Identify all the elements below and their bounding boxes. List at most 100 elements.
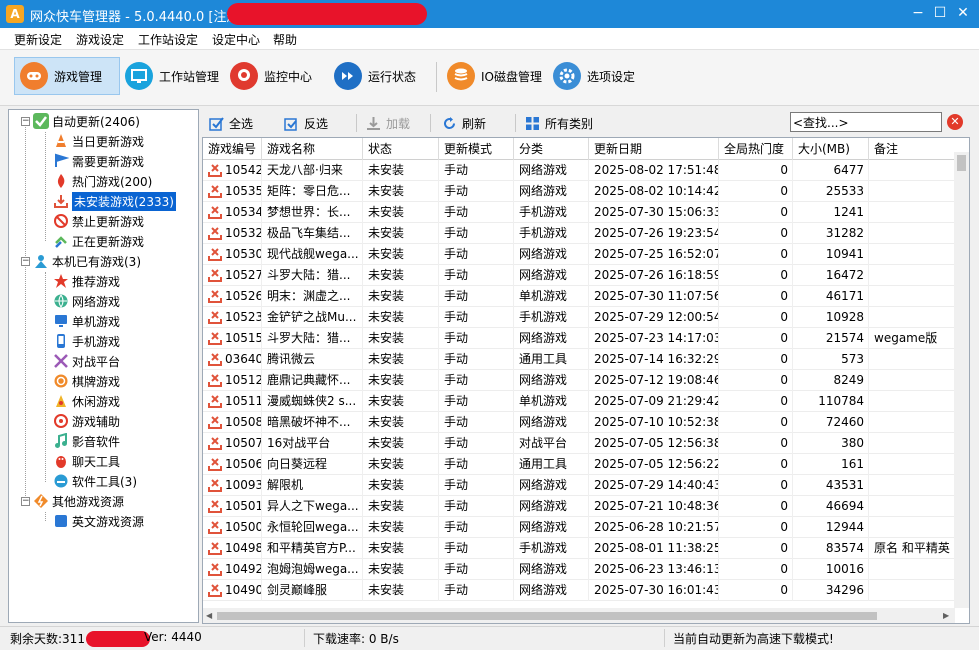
- tree-node-game-assist[interactable]: 游戏辅助: [53, 411, 120, 431]
- close-button[interactable]: ✕: [951, 2, 975, 24]
- table-row[interactable]: 10526 明末：渊虚之... 未安装 手动 单机游戏 2025-07-30 11:07:…: [203, 286, 969, 307]
- cell-text: 手动: [444, 415, 469, 429]
- table-row[interactable]: 10498 和平精英官方P... 未安装 手动 手机游戏 2025-08-01 11:38…: [203, 538, 969, 559]
- horizontal-scrollbar[interactable]: ◀ ▶: [203, 608, 955, 623]
- column-header-size[interactable]: 大小(MB): [793, 138, 869, 160]
- table-cell: 网络游戏: [514, 580, 589, 601]
- cell-text: 2025-08-02 17:51:48: [594, 163, 719, 177]
- maximize-button[interactable]: ☐: [928, 2, 952, 24]
- table-row[interactable]: 10500 永恒轮回wega... 未安装 手动 网络游戏 2025-06-28 10:2…: [203, 517, 969, 538]
- tree-node-media-software[interactable]: 影音软件: [53, 431, 120, 451]
- expand-toggle[interactable]: −: [21, 497, 30, 506]
- column-header-update-date[interactable]: 更新日期: [589, 138, 719, 160]
- table-cell: 2025-07-26 19:23:54: [589, 223, 719, 244]
- table-cell: 手机游戏: [514, 223, 589, 244]
- refresh-button[interactable]: 刷新: [442, 114, 486, 132]
- invert-selection-button[interactable]: 反选: [284, 114, 328, 132]
- tree-node-online-games[interactable]: 网络游戏: [53, 291, 120, 311]
- menu-update-settings[interactable]: 更新设定: [14, 31, 62, 48]
- table-row[interactable]: 10532 极品飞车集结... 未安装 手动 手机游戏 2025-07-26 19:23:…: [203, 223, 969, 244]
- table-row[interactable]: 10508 暗黑破坏神不... 未安装 手动 网络游戏 2025-07-10 10:52:…: [203, 412, 969, 433]
- table-row[interactable]: 10523 金铲铲之战Mu... 未安装 手动 手机游戏 2025-07-29 12:00…: [203, 307, 969, 328]
- table-row[interactable]: 03640 腾讯微云 未安装 手动 通用工具 2025-07-14 16:32:29 0 57…: [203, 349, 969, 370]
- game-management-button[interactable]: 游戏管理: [14, 57, 120, 95]
- cell-text: 10530: [225, 247, 262, 261]
- menu-game-settings[interactable]: 游戏设定: [76, 31, 124, 48]
- tree-node-local-games[interactable]: 本机已有游戏(3): [33, 251, 141, 271]
- table-cell: 03640: [203, 349, 262, 370]
- expand-toggle[interactable]: −: [21, 257, 30, 266]
- table-row[interactable]: 10507 16对战平台 未安装 手动 对战平台 2025-07-05 12:56:38 0…: [203, 433, 969, 454]
- not-installed-icon: [208, 226, 222, 240]
- cell-text: 网络游戏: [519, 247, 568, 261]
- vertical-scrollbar[interactable]: [954, 152, 969, 608]
- table-cell: 网络游戏: [514, 370, 589, 391]
- scroll-left-icon[interactable]: ◀: [206, 611, 212, 620]
- scroll-thumb[interactable]: [957, 155, 966, 171]
- table-row[interactable]: 10542 天龙八部·归来 未安装 手动 网络游戏 2025-08-02 17:51:48…: [203, 160, 969, 181]
- tree-node-battle-platform[interactable]: 对战平台: [53, 351, 120, 371]
- tree-node-casual-games[interactable]: 休闲游戏: [53, 391, 120, 411]
- table-cell: 手动: [439, 454, 514, 475]
- tree-node-not-installed[interactable]: 未安装游戏(2333): [53, 191, 176, 211]
- not-installed-icon: [208, 247, 222, 261]
- table-row[interactable]: 10490 剑灵巅峰服 未安装 手动 网络游戏 2025-07-30 16:01:43 0 3…: [203, 580, 969, 601]
- load-button[interactable]: 加载: [366, 114, 410, 132]
- tree-node-chat-tools[interactable]: 聊天工具: [53, 451, 120, 471]
- minimize-button[interactable]: −: [906, 2, 930, 24]
- table-row[interactable]: 10506 向日葵远程 未安装 手动 通用工具 2025-07-05 12:56:22 0 1…: [203, 454, 969, 475]
- column-header-popularity[interactable]: 全局热门度: [719, 138, 793, 160]
- expand-toggle[interactable]: −: [21, 117, 30, 126]
- column-header-name[interactable]: 游戏名称: [262, 138, 363, 160]
- select-all-button[interactable]: 全选: [209, 114, 253, 132]
- table-row[interactable]: 10534 梦想世界：长... 未安装 手动 手机游戏 2025-07-30 15:06:…: [203, 202, 969, 223]
- menu-workstation-settings[interactable]: 工作站设定: [138, 31, 198, 48]
- tree-node-single-player[interactable]: 单机游戏: [53, 311, 120, 331]
- column-header-status[interactable]: 状态: [363, 138, 439, 160]
- table-row[interactable]: 10511 漫威蜘蛛侠2 s... 未安装 手动 单机游戏 2025-07-09 21:2…: [203, 391, 969, 412]
- workstation-management-button[interactable]: 工作站管理: [120, 57, 224, 95]
- table-cell: 0: [719, 307, 793, 328]
- monitor-center-button[interactable]: 监控中心: [225, 57, 319, 95]
- table-row[interactable]: 10535 矩阵：零日危... 未安装 手动 网络游戏 2025-08-02 10:14:…: [203, 181, 969, 202]
- search-input[interactable]: [790, 112, 942, 132]
- tree-node-today-updated[interactable]: 当日更新游戏: [53, 131, 144, 151]
- option-settings-button[interactable]: 选项设定: [548, 57, 642, 95]
- tree-node-board-games[interactable]: 棋牌游戏: [53, 371, 120, 391]
- tree-node-other-resources[interactable]: 其他游戏资源: [33, 491, 124, 511]
- column-header-update-mode[interactable]: 更新模式: [439, 138, 514, 160]
- table-row[interactable]: 10512 鹿鼎记典藏怀... 未安装 手动 网络游戏 2025-07-12 19:08:…: [203, 370, 969, 391]
- column-header-id[interactable]: 游戏编号: [203, 138, 262, 160]
- table-row[interactable]: 10527 斗罗大陆：猎... 未安装 手动 网络游戏 2025-07-26 16:18:…: [203, 265, 969, 286]
- menu-settings-center[interactable]: 设定中心: [212, 31, 260, 48]
- run-status-button[interactable]: 运行状态: [329, 57, 423, 95]
- table-cell: 16472: [793, 265, 869, 286]
- menu-help[interactable]: 帮助: [273, 31, 297, 48]
- cell-text: 腾讯微云: [267, 352, 316, 366]
- local-games-icon: [33, 253, 49, 269]
- tree-node-banned-update[interactable]: 禁止更新游戏: [53, 211, 144, 231]
- scroll-thumb[interactable]: [217, 612, 877, 620]
- column-header-note[interactable]: 备注: [869, 138, 955, 160]
- column-header-category[interactable]: 分类: [514, 138, 589, 160]
- scroll-right-icon[interactable]: ▶: [943, 611, 949, 620]
- clear-search-icon[interactable]: ✕: [947, 114, 963, 130]
- table-cell: 手动: [439, 412, 514, 433]
- table-row[interactable]: 10492 泡姆泡姆wega... 未安装 手动 网络游戏 2025-06-23 13:4…: [203, 559, 969, 580]
- tree-node-auto-update[interactable]: 自动更新(2406): [33, 111, 140, 131]
- table-cell: [869, 370, 955, 391]
- io-disk-management-button[interactable]: IO磁盘管理: [442, 57, 548, 95]
- table-row[interactable]: 10515 斗罗大陆：猎... 未安装 手动 网络游戏 2025-07-23 14:17:…: [203, 328, 969, 349]
- table-row[interactable]: 10530 现代战舰wega... 未安装 手动 网络游戏 2025-07-25 16:5…: [203, 244, 969, 265]
- tree-node-english-resources[interactable]: 英文游戏资源: [53, 511, 144, 531]
- tree-node-recommended[interactable]: 推荐游戏: [53, 271, 120, 291]
- all-categories-button[interactable]: 所有类别: [525, 114, 593, 132]
- table-row[interactable]: 10093 解限机 未安装 手动 网络游戏 2025-07-29 14:40:43 0 435…: [203, 475, 969, 496]
- tree-node-software-tools[interactable]: 软件工具(3): [53, 471, 137, 491]
- table-row[interactable]: 10501 异人之下wega... 未安装 手动 网络游戏 2025-07-21 10:4…: [203, 496, 969, 517]
- tree-node-hot-games[interactable]: 热门游戏(200): [53, 171, 152, 191]
- tree-node-mobile-games[interactable]: 手机游戏: [53, 331, 120, 351]
- tree-node-updating[interactable]: 正在更新游戏: [53, 231, 144, 251]
- tree-node-needs-update[interactable]: 需要更新游戏: [53, 151, 144, 171]
- status-divider: [304, 629, 305, 647]
